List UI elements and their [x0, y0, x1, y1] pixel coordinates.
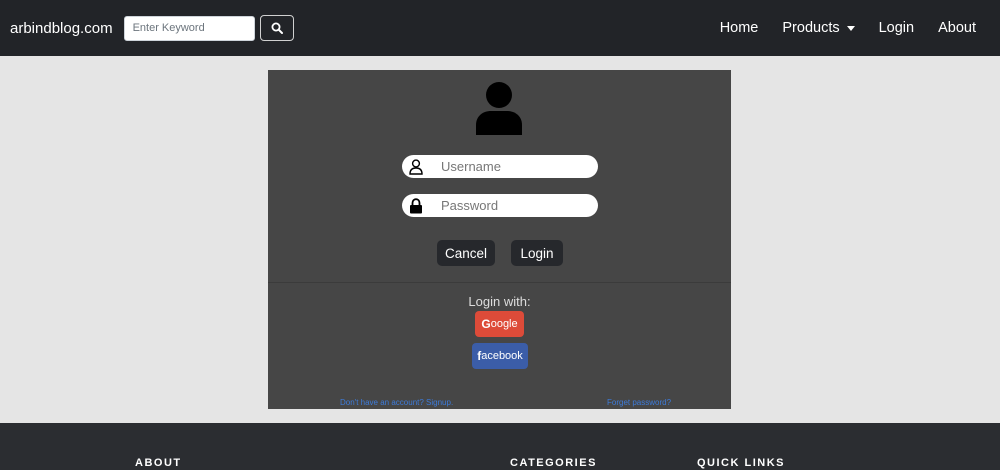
caret-down-icon	[846, 25, 855, 31]
user-icon	[476, 82, 522, 135]
login-button[interactable]: Login	[511, 240, 563, 266]
username-field	[402, 155, 598, 178]
password-field	[402, 194, 598, 217]
nav-products-label: Products	[782, 20, 840, 36]
footer-heading-about: ABOUT	[135, 457, 182, 469]
footer: ABOUT CATEGORIES QUICK LINKS	[0, 423, 1000, 470]
nav-home-label: Home	[719, 20, 759, 36]
facebook-login-button[interactable]: f acebook	[472, 343, 528, 369]
google-prefix: G	[481, 317, 491, 331]
search-button[interactable]	[259, 15, 294, 41]
login-form: Cancel Login	[268, 70, 731, 283]
nav-home[interactable]: Home	[708, 20, 771, 36]
nav-about[interactable]: About	[926, 20, 1000, 36]
cancel-button[interactable]: Cancel	[437, 240, 495, 266]
username-input[interactable]	[429, 159, 598, 174]
google-label: oogle	[490, 318, 518, 330]
forgot-password-link[interactable]: Forget password?	[607, 398, 671, 407]
nav-about-label: About	[938, 20, 976, 36]
signup-link[interactable]: Don't have an account? Signup.	[340, 398, 453, 407]
login-panel: Cancel Login Login with: Google facebook…	[268, 70, 731, 409]
nav-links: Home Products Login About	[708, 0, 1000, 56]
login-with-label: Login with:	[468, 294, 531, 309]
facebook-label: acebook	[481, 350, 523, 362]
footer-heading-quick-links: QUICK LINKS	[697, 457, 785, 469]
nav-products-dropdown[interactable]: Products	[770, 20, 866, 36]
search-icon	[271, 22, 283, 34]
google-login-button[interactable]: Google	[475, 311, 524, 337]
footer-heading-categories: CATEGORIES	[510, 457, 597, 469]
search-input[interactable]	[123, 15, 255, 41]
lock-icon	[403, 197, 429, 214]
user-outline-icon	[403, 158, 429, 175]
brand-link[interactable]: arbindblog.com	[10, 20, 113, 37]
navbar: arbindblog.com Home Products Login About	[0, 0, 1000, 56]
nav-login-label: Login	[878, 20, 915, 36]
nav-login[interactable]: Login	[867, 20, 926, 36]
password-input[interactable]	[429, 198, 598, 213]
